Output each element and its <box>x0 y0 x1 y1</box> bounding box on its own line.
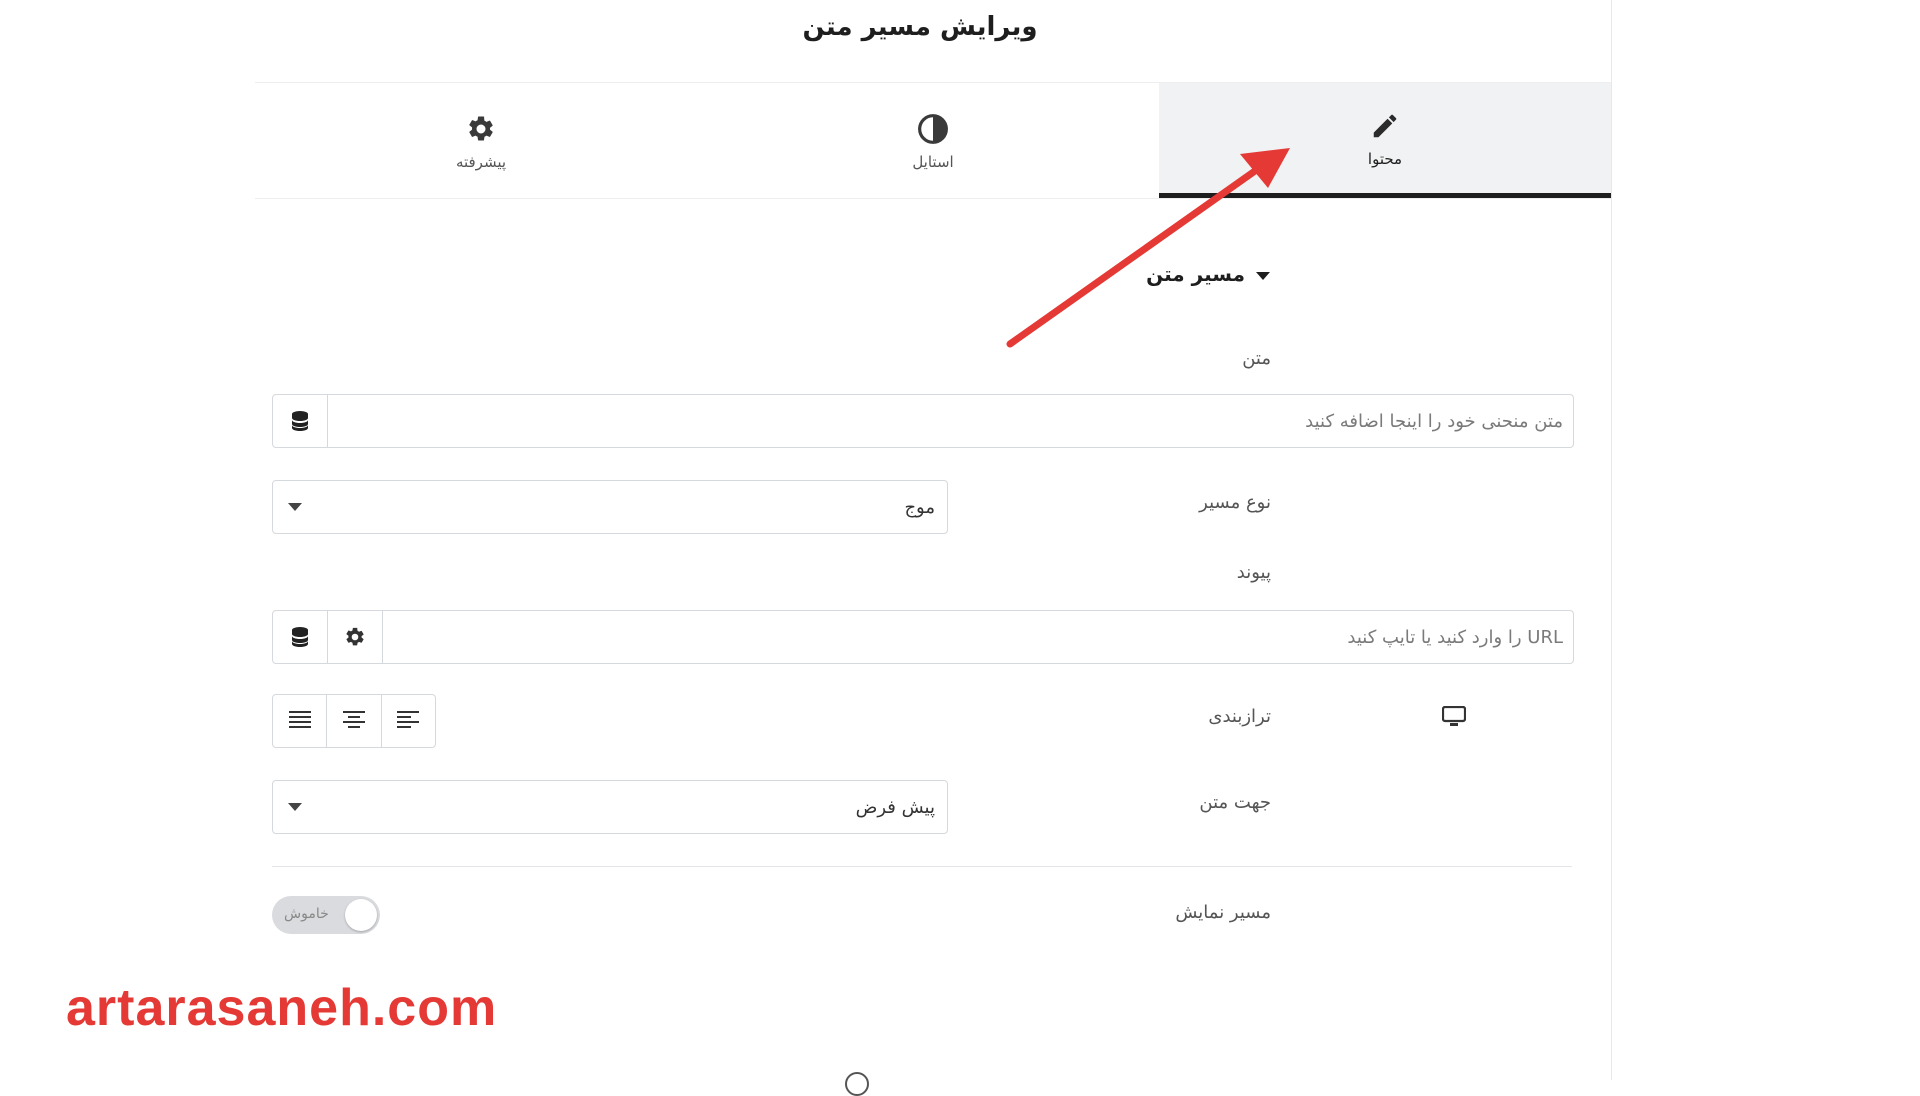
caret-down-icon <box>1255 262 1271 286</box>
tab-advanced-label: پیشرفته <box>455 152 507 171</box>
help-icon[interactable] <box>845 1072 869 1096</box>
tab-bar: محتوا استایل پیشرفته <box>255 82 1611 199</box>
link-input-placeholder: URL را وارد کنید یا تایپ کنید <box>1347 626 1563 648</box>
gear-icon <box>466 111 496 147</box>
align-justify-icon <box>288 710 311 732</box>
site-watermark: artarasaneh.com <box>66 979 498 1037</box>
text-direction-select[interactable]: پیش فرض <box>272 780 948 834</box>
link-label: پیوند <box>1236 562 1271 583</box>
text-direction-label: جهت متن <box>1199 792 1271 813</box>
path-type-select[interactable]: موج <box>272 480 948 534</box>
chevron-down-icon <box>273 503 317 511</box>
tab-style[interactable]: استایل <box>707 83 1159 198</box>
tab-style-label: استایل <box>912 152 954 171</box>
pencil-icon <box>1370 108 1400 144</box>
desktop-icon[interactable] <box>1441 705 1467 732</box>
database-icon[interactable] <box>273 395 328 447</box>
show-path-toggle[interactable]: خاموش <box>272 896 380 934</box>
align-left-icon <box>397 710 420 732</box>
tab-content[interactable]: محتوا <box>1159 83 1611 198</box>
toggle-off-text: خاموش <box>284 906 329 922</box>
alignment-buttons <box>272 694 436 748</box>
link-input[interactable]: URL را وارد کنید یا تایپ کنید <box>272 610 1574 664</box>
tab-advanced[interactable]: پیشرفته <box>255 83 707 198</box>
chevron-down-icon <box>273 803 317 811</box>
section-title: مسیر متن <box>1146 262 1245 286</box>
path-type-value: موج <box>904 496 935 518</box>
alignment-label: ترازبندی <box>1208 706 1271 727</box>
path-type-label: نوع مسیر <box>1199 492 1271 513</box>
text-input[interactable]: متن منحنی خود را اینجا اضافه کنید <box>272 394 1574 448</box>
text-direction-value: پیش فرض <box>855 796 935 818</box>
show-path-label: مسیر نمایش <box>1175 902 1271 923</box>
editor-panel: ویرایش مسیر متن محتوا استایل پیشرفته مسی… <box>0 0 1612 1096</box>
section-toggle-text-path[interactable]: مسیر متن <box>1146 262 1271 286</box>
panel-title: ویرایش مسیر متن <box>802 12 1038 42</box>
align-center-icon <box>342 710 365 732</box>
toggle-knob <box>345 899 377 931</box>
link-settings-gear-icon[interactable] <box>328 611 383 663</box>
text-field-label: متن <box>1242 348 1271 369</box>
align-center-button[interactable] <box>327 695 382 747</box>
align-left-button[interactable] <box>382 695 435 747</box>
divider <box>272 866 1572 867</box>
text-input-placeholder: متن منحنی خود را اینجا اضافه کنید <box>1305 410 1563 432</box>
align-justify-button[interactable] <box>273 695 328 747</box>
tab-content-label: محتوا <box>1367 150 1403 168</box>
database-icon[interactable] <box>273 611 328 663</box>
contrast-icon <box>917 111 949 147</box>
